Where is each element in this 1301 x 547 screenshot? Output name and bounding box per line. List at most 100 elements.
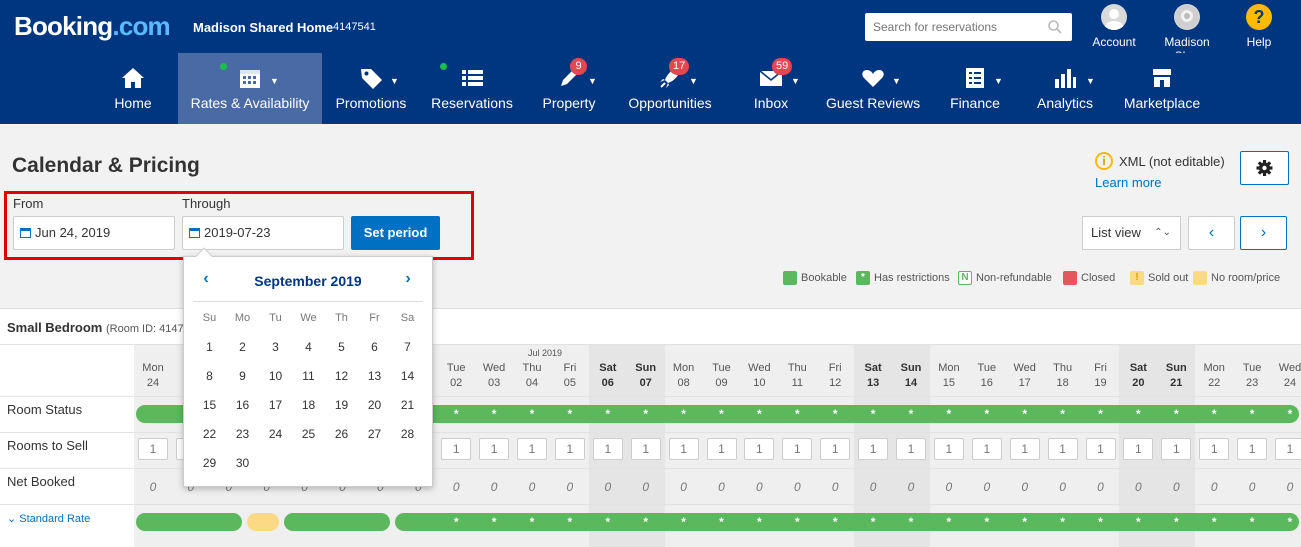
datepicker-day[interactable]: 5	[325, 339, 358, 355]
nav-guest-reviews[interactable]: ▼ Guest Reviews	[826, 53, 920, 124]
nav-reservations[interactable]: Reservations	[428, 53, 516, 124]
list-icon	[462, 70, 483, 86]
rooms-to-sell-input[interactable]: 1	[1275, 438, 1301, 460]
through-date-input[interactable]: 2019-07-23	[182, 216, 344, 250]
rooms-to-sell-input[interactable]: 1	[554, 438, 585, 460]
day-header: Tue 02	[446, 362, 466, 389]
datepicker-day[interactable]: 2	[226, 339, 259, 355]
datepicker-day[interactable]: 18	[292, 397, 325, 413]
datepicker-day[interactable]: 9	[226, 368, 259, 384]
nav-inbox[interactable]: 59 ▼ Inbox	[740, 53, 802, 124]
set-period-button[interactable]: Set period	[351, 216, 440, 250]
nav-analytics[interactable]: ▼ Analytics	[1030, 53, 1100, 124]
rooms-to-sell-input[interactable]: 1	[706, 438, 737, 460]
datepicker-day[interactable]: 12	[325, 368, 358, 384]
previous-period-button[interactable]: ‹	[1188, 216, 1235, 250]
rate-status-bar[interactable]	[284, 513, 390, 531]
rooms-to-sell-input[interactable]: 1	[1009, 438, 1040, 460]
standard-rate-toggle[interactable]: ⌄ Standard Rate	[7, 512, 90, 525]
day-header: Mon 08	[672, 362, 695, 389]
search-icon[interactable]	[1047, 19, 1063, 35]
datepicker-day[interactable]: 3	[259, 339, 292, 355]
restriction-marker: *	[1173, 407, 1179, 421]
nav-property[interactable]: 9 ▼ Property	[532, 53, 606, 124]
rooms-to-sell-input[interactable]: 1	[858, 438, 889, 460]
datepicker-day[interactable]: 8	[193, 368, 226, 384]
datepicker-day[interactable]: 22	[193, 426, 226, 442]
nav-opportunities[interactable]: 17 ▼ Opportunities	[622, 53, 718, 124]
rooms-to-sell-input[interactable]: 1	[1237, 438, 1268, 460]
rooms-to-sell-input[interactable]: 1	[1199, 438, 1230, 460]
search-input[interactable]	[865, 13, 1045, 41]
invoice-icon	[966, 68, 984, 88]
net-booked-value: 0	[1135, 480, 1142, 494]
room-title: Small Bedroom (Room ID: 414754	[7, 320, 196, 335]
datepicker-day[interactable]: 23	[226, 426, 259, 442]
nav-finance[interactable]: ▼ Finance	[944, 53, 1006, 124]
view-select[interactable]: List view ⌃⌄	[1082, 216, 1181, 250]
nav-home[interactable]: Home	[93, 53, 173, 124]
datepicker-day[interactable]: 19	[325, 397, 358, 413]
datepicker-day[interactable]: 21	[391, 397, 424, 413]
datepicker-day[interactable]: 17	[259, 397, 292, 413]
restriction-marker: *	[1098, 515, 1103, 529]
datepicker-day[interactable]: 29	[193, 455, 226, 471]
rooms-to-sell-input[interactable]: 1	[1047, 438, 1078, 460]
datepicker-day[interactable]: 4	[292, 339, 325, 355]
rooms-to-sell-input[interactable]: 1	[517, 438, 547, 460]
datepicker-day[interactable]: 28	[391, 426, 424, 442]
rooms-to-sell-input[interactable]: 1	[896, 438, 926, 460]
datepicker-day[interactable]: 27	[358, 426, 391, 442]
rooms-to-sell-input[interactable]: 1	[441, 438, 472, 460]
help-menu[interactable]: ? Help	[1224, 4, 1294, 49]
inbox-badge: 59	[772, 58, 793, 75]
rooms-to-sell-input[interactable]: 1	[820, 438, 851, 460]
rooms-to-sell-input[interactable]: 1	[933, 438, 964, 460]
next-period-button[interactable]: ›	[1240, 216, 1287, 250]
next-month-button[interactable]: ›	[398, 269, 418, 289]
datepicker-day[interactable]: 15	[193, 397, 226, 413]
account-menu[interactable]: Account	[1079, 4, 1149, 49]
datepicker-day[interactable]: 26	[325, 426, 358, 442]
restriction-marker: *	[794, 407, 800, 421]
datepicker-day[interactable]: 7	[391, 339, 424, 355]
datepicker-day[interactable]: 16	[226, 397, 259, 413]
rooms-to-sell-input[interactable]: 1	[744, 438, 775, 460]
datepicker-day[interactable]: 1	[193, 339, 226, 355]
rooms-to-sell-input[interactable]: 1	[1123, 438, 1154, 460]
settings-button[interactable]	[1240, 151, 1289, 185]
booking-logo[interactable]: Booking.com	[14, 11, 171, 42]
nav-rates-availability[interactable]: ▼ Rates & Availability	[178, 53, 322, 124]
rooms-to-sell-input[interactable]: 1	[1161, 438, 1192, 460]
rooms-to-sell-input[interactable]: 1	[668, 438, 699, 460]
datepicker-day[interactable]: 10	[259, 368, 292, 384]
rooms-to-sell-input[interactable]: 1	[971, 438, 1002, 460]
day-header: Sat 06	[599, 362, 617, 389]
no-room-price-swatch	[1193, 271, 1207, 285]
restriction-marker: *	[1060, 515, 1065, 529]
from-date-input[interactable]: Jun 24, 2019	[13, 216, 175, 250]
rate-status-bar[interactable]	[136, 513, 242, 531]
rooms-to-sell-input[interactable]: 1	[782, 438, 813, 460]
restriction-marker: *	[491, 515, 497, 529]
datepicker-day[interactable]: 25	[292, 426, 325, 442]
datepicker-day[interactable]: 11	[292, 368, 325, 384]
rate-status-bar[interactable]	[247, 513, 279, 531]
rooms-to-sell-input[interactable]: 1	[1085, 438, 1116, 460]
datepicker-day[interactable]: 30	[226, 455, 259, 471]
learn-more-link[interactable]: Learn more	[1095, 175, 1161, 190]
rooms-to-sell-input[interactable]: 1	[138, 438, 168, 460]
bar-chart-icon	[1055, 69, 1076, 88]
datepicker-day[interactable]: 20	[358, 397, 391, 413]
rooms-to-sell-input[interactable]: 1	[592, 438, 623, 460]
datepicker-day[interactable]: 6	[358, 339, 391, 355]
nav-marketplace[interactable]: Marketplace	[1120, 53, 1204, 124]
nav-promotions[interactable]: ▼ Promotions	[330, 53, 412, 124]
datepicker-day[interactable]: 24	[259, 426, 292, 442]
datepicker-day[interactable]: 13	[358, 368, 391, 384]
datepicker-popup: ‹ September 2019 › Su Mo Tu We Th Fr Sa 1 2 3 4 5 6 7…	[183, 247, 433, 487]
rooms-to-sell-input[interactable]: 1	[630, 438, 661, 460]
rooms-to-sell-input[interactable]: 1	[479, 438, 510, 460]
datepicker-day[interactable]: 14	[391, 368, 424, 384]
restriction-marker: *	[1287, 407, 1293, 421]
